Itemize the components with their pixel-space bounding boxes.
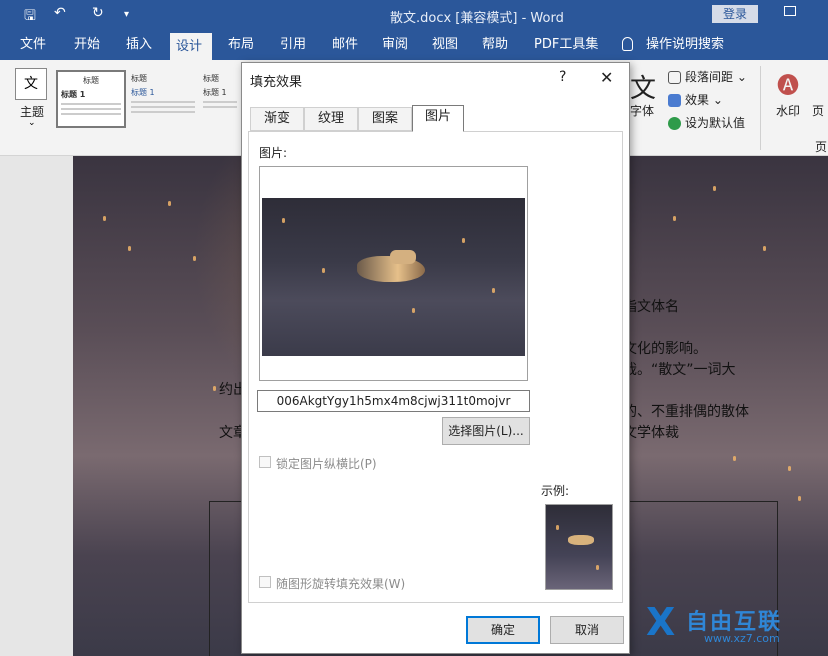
cancel-button[interactable]: 取消 [550, 616, 624, 644]
help-icon[interactable]: ? [559, 69, 566, 85]
tab-gradient[interactable]: 渐变 [250, 107, 304, 131]
tab-references[interactable]: 引用 [274, 30, 312, 60]
lightbulb-icon [622, 37, 633, 51]
tab-help[interactable]: 帮助 [476, 30, 514, 60]
effects-button[interactable]: 效果 ⌄ [668, 91, 723, 108]
tab-file[interactable]: 文件 [14, 30, 52, 60]
checkmark-icon [668, 117, 681, 130]
customize-quick-access-icon[interactable]: ▾ [124, 9, 129, 20]
style-set-gallery-item[interactable]: 标题 标题 1 [128, 70, 198, 128]
theme-icon[interactable]: 文 [15, 68, 47, 100]
picture-name-field: 006AkgtYgy1h5mx4m8cjwj311t0mojvr [257, 390, 530, 412]
save-icon[interactable]: 🖫 [24, 5, 36, 29]
rotate-with-shape-checkbox[interactable] [259, 576, 271, 588]
page-color-label[interactable]: 页 [812, 102, 824, 119]
restore-icon[interactable] [784, 6, 796, 16]
ribbon-tabs: 文件 开始 插入 设计 布局 引用 邮件 审阅 视图 帮助 PDF工具集 操作说… [0, 30, 828, 60]
page-background-group-label: 页 [815, 140, 828, 154]
tab-view[interactable]: 视图 [426, 30, 464, 60]
document-text-line: 的、不重排偶的散体 [623, 404, 749, 420]
picture-panel: 图片: 006AkgtYgy1h5mx4m8cjwj311t0mojvr 选择图… [248, 131, 623, 603]
title-bar: 🖫 ↶ ↻ ▾ 散文.docx [兼容模式] - Word 登录 [0, 0, 828, 30]
tab-layout[interactable]: 布局 [222, 30, 260, 60]
watermark-label[interactable]: 水印 [776, 102, 800, 119]
document-text-line: 文学体裁 [623, 425, 679, 441]
fonts-icon[interactable]: 文 [630, 68, 656, 105]
close-icon[interactable]: ✕ [600, 68, 613, 87]
style-set-gallery-item[interactable]: 标题 标题 1 [200, 70, 240, 128]
picture-label: 图片: [259, 146, 288, 160]
site-watermark-logo: X 自由互联 www.xz7.com [646, 600, 783, 645]
lock-aspect-label: 锁定图片纵横比(P) [276, 457, 377, 471]
picture-preview [262, 198, 525, 356]
tab-texture[interactable]: 纹理 [304, 107, 358, 131]
select-picture-button[interactable]: 选择图片(L)... [442, 417, 530, 445]
chevron-down-icon[interactable]: ⌄ [28, 118, 36, 128]
window-title: 散文.docx [兼容模式] - Word [390, 11, 564, 26]
ok-button[interactable]: 确定 [466, 616, 540, 644]
lock-aspect-checkbox[interactable] [259, 456, 271, 468]
picture-preview-frame [259, 166, 528, 381]
paragraph-spacing-icon [668, 71, 681, 84]
tab-review[interactable]: 审阅 [376, 30, 414, 60]
paragraph-spacing-button[interactable]: 段落间距 ⌄ [668, 68, 747, 85]
login-button[interactable]: 登录 [712, 5, 758, 23]
tab-design[interactable]: 设计 [170, 33, 212, 60]
fonts-label[interactable]: 字体 [630, 102, 654, 119]
tab-insert[interactable]: 插入 [120, 30, 158, 60]
tab-mailings[interactable]: 邮件 [326, 30, 364, 60]
set-as-default-button[interactable]: 设为默认值 [668, 114, 745, 131]
undo-icon[interactable]: ↶ [54, 5, 66, 21]
tab-pdf-tools[interactable]: PDF工具集 [528, 30, 604, 60]
tab-home[interactable]: 开始 [68, 30, 106, 60]
sample-preview [545, 504, 613, 590]
dialog-title: 填充效果 [250, 75, 303, 90]
tab-pattern[interactable]: 图案 [358, 107, 412, 131]
effects-icon [668, 94, 681, 107]
document-text-line: 文化的影响。 [623, 341, 707, 357]
style-set-gallery-item[interactable]: 标题 标题 1 [56, 70, 126, 128]
document-text-line: 指文体名 [623, 299, 679, 315]
fill-effects-dialog: 填充效果 ? ✕ 渐变 纹理 图案 图片: 006AkgtYgy1h5mx4m8… [241, 62, 630, 654]
sample-label: 示例: [541, 484, 570, 498]
document-text-line: 哉。“散文”一词大 [623, 362, 736, 378]
redo-icon[interactable]: ↻ [92, 5, 104, 21]
watermark-icon[interactable]: 🅐 [777, 68, 799, 100]
tell-me-search[interactable]: 操作说明搜索 [640, 30, 730, 60]
tab-picture[interactable]: 图片 [412, 105, 464, 132]
rotate-with-shape-label: 随图形旋转填充效果(W) [276, 577, 406, 591]
